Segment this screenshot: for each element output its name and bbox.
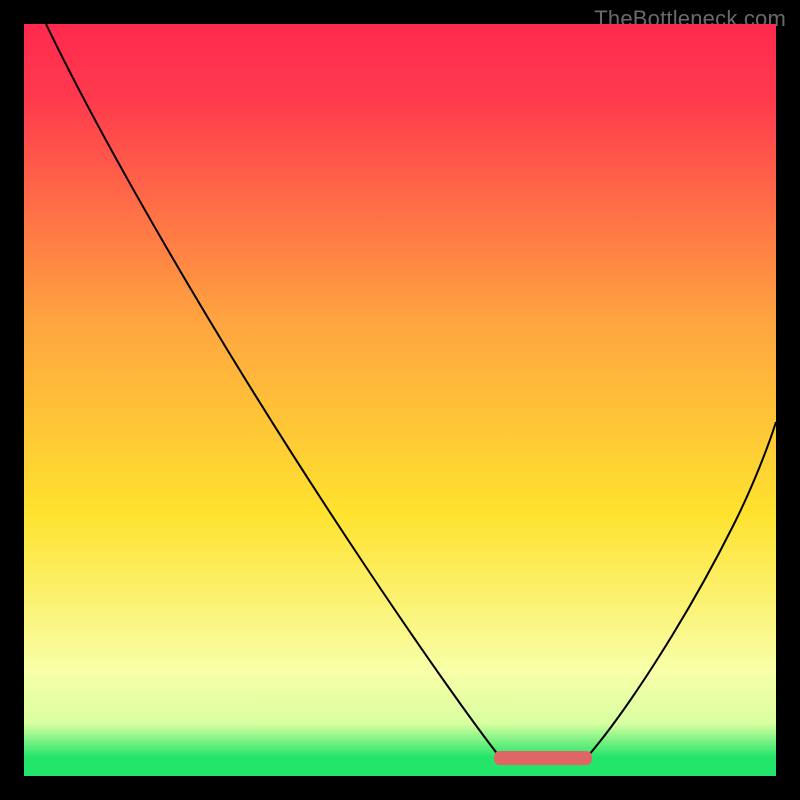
left-curve bbox=[46, 24, 499, 756]
chart-container: TheBottleneck.com bbox=[0, 0, 800, 800]
plot-area bbox=[24, 24, 776, 776]
trough-marker bbox=[494, 751, 592, 765]
right-curve bbox=[588, 422, 776, 756]
curve-layer bbox=[24, 24, 776, 776]
